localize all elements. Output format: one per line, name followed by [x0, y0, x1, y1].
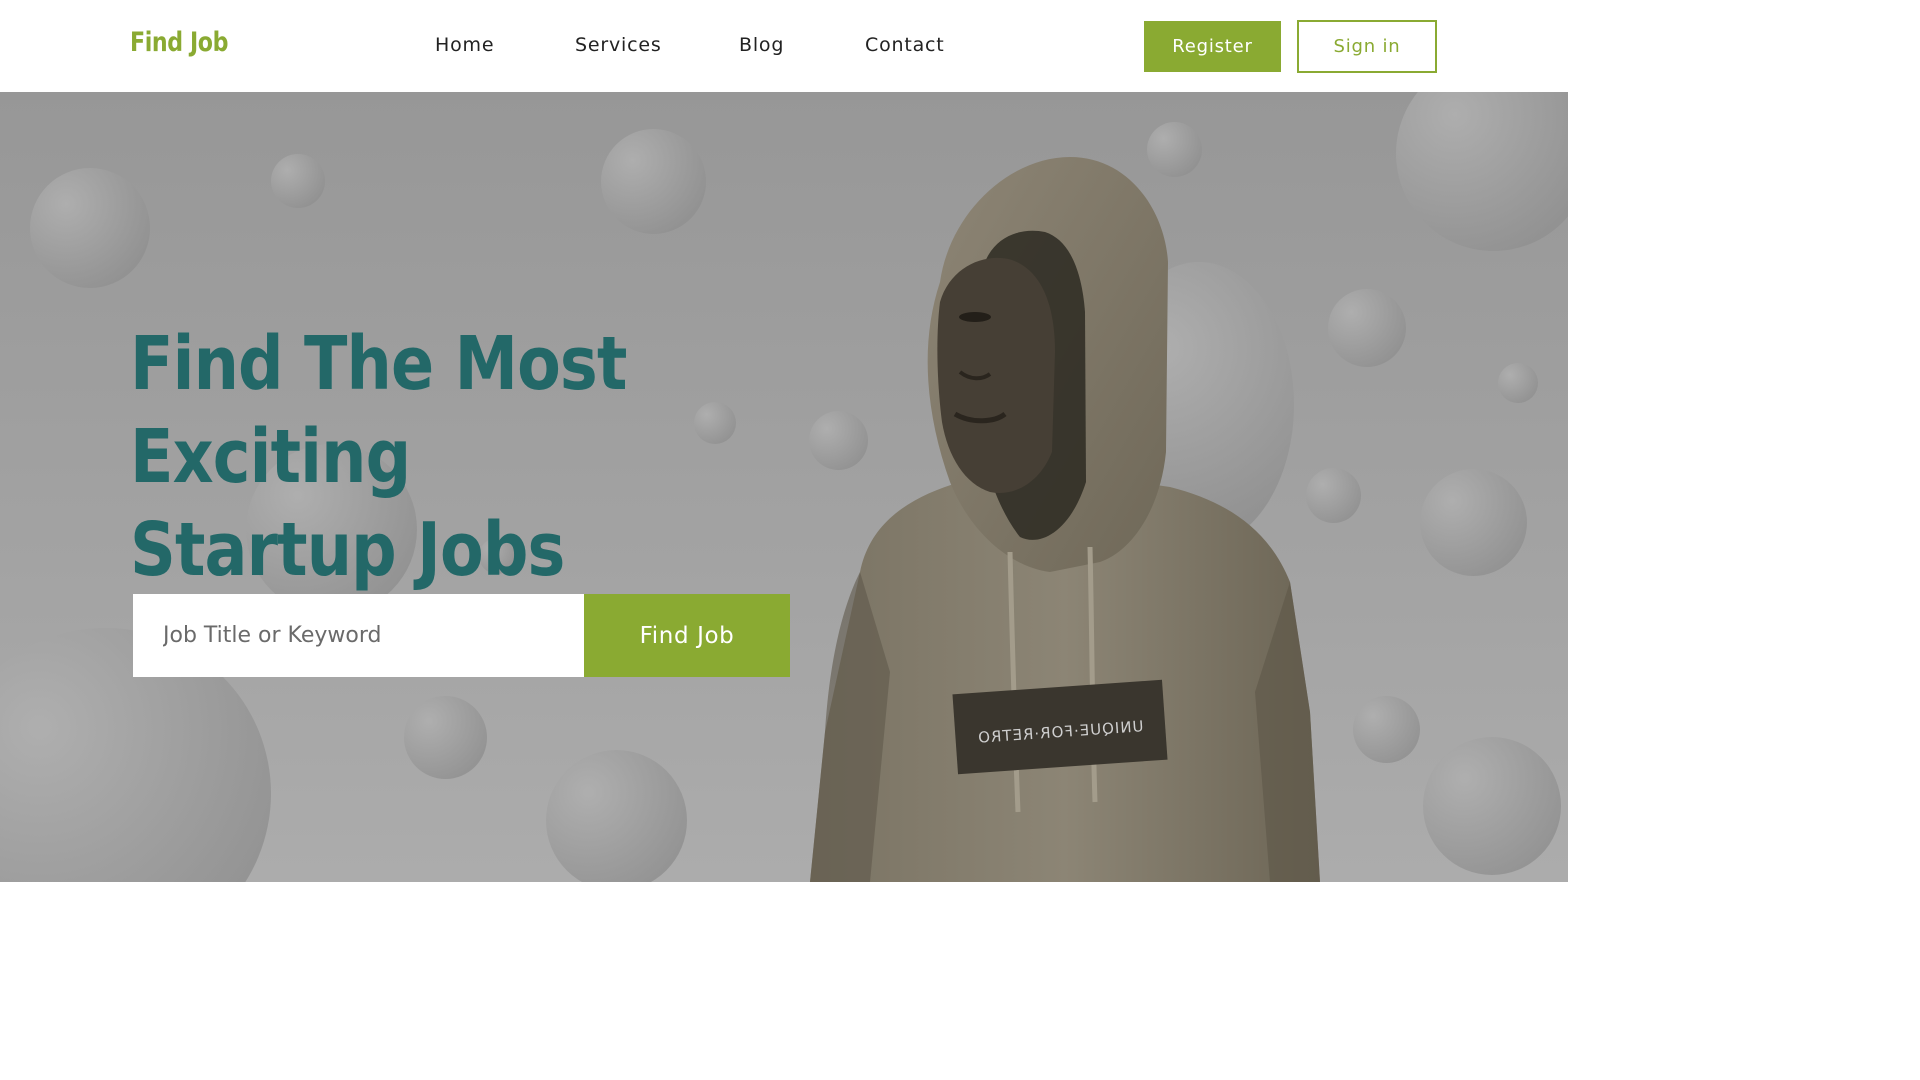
signin-button[interactable]: Sign in: [1297, 20, 1437, 73]
logo[interactable]: Find Job: [130, 27, 228, 58]
decorative-bubble: [1420, 469, 1527, 576]
headline-line-2: Startup Jobs: [130, 507, 565, 593]
decorative-bubble: [601, 129, 706, 234]
headline-line-1: Find The Most Exciting: [130, 321, 627, 500]
find-job-button[interactable]: Find Job: [584, 594, 790, 677]
decorative-bubble: [1423, 737, 1561, 875]
decorative-bubble: [271, 154, 325, 208]
hero-section: UNIQUE·FOR·RETRO Find The Most Exciting …: [0, 92, 1568, 882]
nav-contact[interactable]: Contact: [865, 34, 945, 56]
nav-home[interactable]: Home: [435, 34, 494, 56]
decorative-bubble: [30, 168, 150, 288]
decorative-bubble: [1396, 92, 1568, 251]
decorative-bubble: [546, 750, 687, 882]
hero-headline: Find The Most Exciting Startup Jobs: [130, 318, 732, 597]
register-button[interactable]: Register: [1144, 21, 1281, 72]
site-header: Find Job Home Services Blog Contact Regi…: [0, 0, 1568, 92]
decorative-bubble: [404, 696, 487, 779]
job-search-input[interactable]: [133, 594, 585, 677]
search-box: [133, 594, 585, 677]
decorative-bubble: [1498, 363, 1538, 403]
nav-services[interactable]: Services: [575, 34, 662, 56]
person-photo: UNIQUE·FOR·RETRO: [810, 157, 1320, 882]
decorative-bubble: [1353, 696, 1420, 763]
nav-blog[interactable]: Blog: [739, 34, 784, 56]
